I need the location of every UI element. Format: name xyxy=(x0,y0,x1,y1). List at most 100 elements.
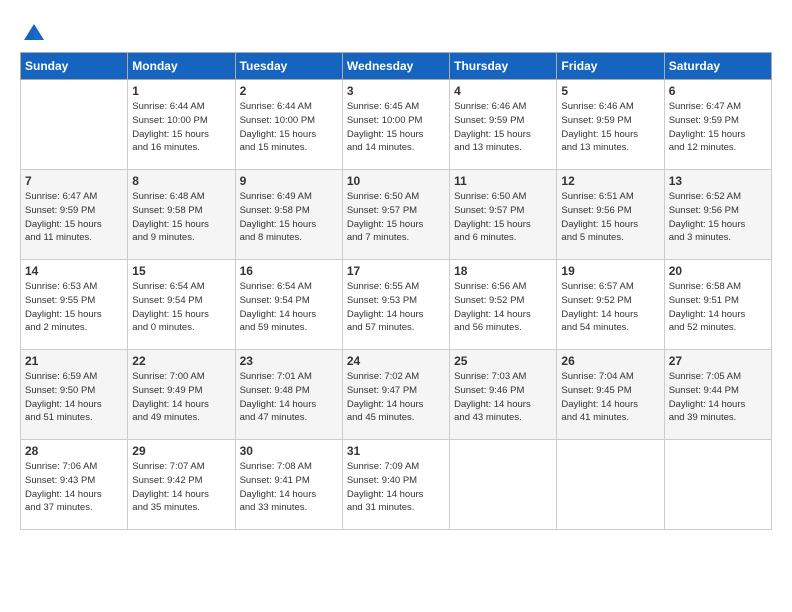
day-info: Sunrise: 6:44 AM Sunset: 10:00 PM Daylig… xyxy=(132,100,230,155)
day-cell: 13 Sunrise: 6:52 AM Sunset: 9:56 PM Dayli… xyxy=(664,170,771,260)
day-cell: 23 Sunrise: 7:01 AM Sunset: 9:48 PM Dayli… xyxy=(235,350,342,440)
day-info: Sunrise: 7:06 AM Sunset: 9:43 PM Dayligh… xyxy=(25,460,123,515)
day-info: Sunrise: 7:04 AM Sunset: 9:45 PM Dayligh… xyxy=(561,370,659,425)
day-number: 4 xyxy=(454,84,552,98)
day-number: 8 xyxy=(132,174,230,188)
day-info: Sunrise: 6:46 AM Sunset: 9:59 PM Dayligh… xyxy=(454,100,552,155)
day-info: Sunrise: 6:54 AM Sunset: 9:54 PM Dayligh… xyxy=(240,280,338,335)
day-cell: 17Sunrise: 6:55 AM Sunset: 9:53 PM Dayli… xyxy=(342,260,449,350)
day-cell: 7 Sunrise: 6:47 AM Sunset: 9:59 PM Daylig… xyxy=(21,170,128,260)
day-info: Sunrise: 6:45 AM Sunset: 10:00 PM Daylig… xyxy=(347,100,445,155)
day-cell: 3Sunrise: 6:45 AM Sunset: 10:00 PM Dayli… xyxy=(342,80,449,170)
day-cell: 10 Sunrise: 6:50 AM Sunset: 9:57 PM Dayli… xyxy=(342,170,449,260)
day-cell: 20 Sunrise: 6:58 AM Sunset: 9:51 PM Dayli… xyxy=(664,260,771,350)
day-number: 13 xyxy=(669,174,767,188)
day-cell: 26 Sunrise: 7:04 AM Sunset: 9:45 PM Dayli… xyxy=(557,350,664,440)
day-cell: 24 Sunrise: 7:02 AM Sunset: 9:47 PM Dayli… xyxy=(342,350,449,440)
day-info: Sunrise: 6:47 AM Sunset: 9:59 PM Dayligh… xyxy=(669,100,767,155)
day-cell: 28 Sunrise: 7:06 AM Sunset: 9:43 PM Dayli… xyxy=(21,440,128,530)
day-info: Sunrise: 7:02 AM Sunset: 9:47 PM Dayligh… xyxy=(347,370,445,425)
day-cell: 22 Sunrise: 7:00 AM Sunset: 9:49 PM Dayli… xyxy=(128,350,235,440)
day-info: Sunrise: 7:07 AM Sunset: 9:42 PM Dayligh… xyxy=(132,460,230,515)
day-info: Sunrise: 6:58 AM Sunset: 9:51 PM Dayligh… xyxy=(669,280,767,335)
week-row-3: 14 Sunrise: 6:53 AM Sunset: 9:55 PM Dayli… xyxy=(21,260,772,350)
day-cell: 2 Sunrise: 6:44 AM Sunset: 10:00 PM Dayli… xyxy=(235,80,342,170)
day-cell: 27Sunrise: 7:05 AM Sunset: 9:44 PM Dayli… xyxy=(664,350,771,440)
calendar-header: SundayMondayTuesdayWednesdayThursdayFrid… xyxy=(21,53,772,80)
day-number: 6 xyxy=(669,84,767,98)
header-cell-friday: Friday xyxy=(557,53,664,80)
day-number: 10 xyxy=(347,174,445,188)
header-cell-sunday: Sunday xyxy=(21,53,128,80)
day-info: Sunrise: 7:00 AM Sunset: 9:49 PM Dayligh… xyxy=(132,370,230,425)
day-info: Sunrise: 6:44 AM Sunset: 10:00 PM Daylig… xyxy=(240,100,338,155)
day-cell: 15Sunrise: 6:54 AM Sunset: 9:54 PM Dayli… xyxy=(128,260,235,350)
week-row-1: 1 Sunrise: 6:44 AM Sunset: 10:00 PM Dayli… xyxy=(21,80,772,170)
day-number: 18 xyxy=(454,264,552,278)
day-cell: 21Sunrise: 6:59 AM Sunset: 9:50 PM Dayli… xyxy=(21,350,128,440)
header-cell-wednesday: Wednesday xyxy=(342,53,449,80)
day-info: Sunrise: 6:47 AM Sunset: 9:59 PM Dayligh… xyxy=(25,190,123,245)
header-cell-thursday: Thursday xyxy=(450,53,557,80)
day-cell: 1 Sunrise: 6:44 AM Sunset: 10:00 PM Dayli… xyxy=(128,80,235,170)
day-info: Sunrise: 6:50 AM Sunset: 9:57 PM Dayligh… xyxy=(347,190,445,245)
day-cell: 14 Sunrise: 6:53 AM Sunset: 9:55 PM Dayli… xyxy=(21,260,128,350)
day-info: Sunrise: 6:56 AM Sunset: 9:52 PM Dayligh… xyxy=(454,280,552,335)
day-cell: 16 Sunrise: 6:54 AM Sunset: 9:54 PM Dayli… xyxy=(235,260,342,350)
day-number: 28 xyxy=(25,444,123,458)
day-number: 30 xyxy=(240,444,338,458)
day-info: Sunrise: 7:08 AM Sunset: 9:41 PM Dayligh… xyxy=(240,460,338,515)
day-number: 25 xyxy=(454,354,552,368)
day-cell xyxy=(664,440,771,530)
day-cell: 19 Sunrise: 6:57 AM Sunset: 9:52 PM Dayli… xyxy=(557,260,664,350)
week-row-5: 28 Sunrise: 7:06 AM Sunset: 9:43 PM Dayli… xyxy=(21,440,772,530)
day-number: 9 xyxy=(240,174,338,188)
logo xyxy=(20,20,52,48)
day-number: 20 xyxy=(669,264,767,278)
header-cell-tuesday: Tuesday xyxy=(235,53,342,80)
calendar-table: SundayMondayTuesdayWednesdayThursdayFrid… xyxy=(20,52,772,530)
calendar-body: 1 Sunrise: 6:44 AM Sunset: 10:00 PM Dayli… xyxy=(21,80,772,530)
day-number: 22 xyxy=(132,354,230,368)
day-info: Sunrise: 7:05 AM Sunset: 9:44 PM Dayligh… xyxy=(669,370,767,425)
day-info: Sunrise: 7:09 AM Sunset: 9:40 PM Dayligh… xyxy=(347,460,445,515)
header-row: SundayMondayTuesdayWednesdayThursdayFrid… xyxy=(21,53,772,80)
day-cell xyxy=(557,440,664,530)
day-info: Sunrise: 6:57 AM Sunset: 9:52 PM Dayligh… xyxy=(561,280,659,335)
day-cell: 25Sunrise: 7:03 AM Sunset: 9:46 PM Dayli… xyxy=(450,350,557,440)
day-number: 19 xyxy=(561,264,659,278)
day-info: Sunrise: 6:55 AM Sunset: 9:53 PM Dayligh… xyxy=(347,280,445,335)
day-number: 11 xyxy=(454,174,552,188)
header-cell-monday: Monday xyxy=(128,53,235,80)
day-cell: 18 Sunrise: 6:56 AM Sunset: 9:52 PM Dayli… xyxy=(450,260,557,350)
page-header xyxy=(20,20,772,48)
day-info: Sunrise: 6:51 AM Sunset: 9:56 PM Dayligh… xyxy=(561,190,659,245)
day-cell: 6 Sunrise: 6:47 AM Sunset: 9:59 PM Daylig… xyxy=(664,80,771,170)
day-info: Sunrise: 6:52 AM Sunset: 9:56 PM Dayligh… xyxy=(669,190,767,245)
day-cell: 9Sunrise: 6:49 AM Sunset: 9:58 PM Daylig… xyxy=(235,170,342,260)
day-number: 1 xyxy=(132,84,230,98)
day-cell: 5Sunrise: 6:46 AM Sunset: 9:59 PM Daylig… xyxy=(557,80,664,170)
day-info: Sunrise: 6:53 AM Sunset: 9:55 PM Dayligh… xyxy=(25,280,123,335)
week-row-4: 21Sunrise: 6:59 AM Sunset: 9:50 PM Dayli… xyxy=(21,350,772,440)
day-info: Sunrise: 6:46 AM Sunset: 9:59 PM Dayligh… xyxy=(561,100,659,155)
day-number: 26 xyxy=(561,354,659,368)
day-number: 16 xyxy=(240,264,338,278)
day-number: 15 xyxy=(132,264,230,278)
day-cell xyxy=(21,80,128,170)
day-number: 21 xyxy=(25,354,123,368)
day-cell: 31 Sunrise: 7:09 AM Sunset: 9:40 PM Dayli… xyxy=(342,440,449,530)
day-number: 2 xyxy=(240,84,338,98)
day-cell: 12Sunrise: 6:51 AM Sunset: 9:56 PM Dayli… xyxy=(557,170,664,260)
day-number: 14 xyxy=(25,264,123,278)
day-number: 24 xyxy=(347,354,445,368)
day-number: 31 xyxy=(347,444,445,458)
day-info: Sunrise: 7:01 AM Sunset: 9:48 PM Dayligh… xyxy=(240,370,338,425)
logo-icon xyxy=(20,20,48,48)
day-cell: 29Sunrise: 7:07 AM Sunset: 9:42 PM Dayli… xyxy=(128,440,235,530)
day-info: Sunrise: 6:50 AM Sunset: 9:57 PM Dayligh… xyxy=(454,190,552,245)
day-number: 7 xyxy=(25,174,123,188)
day-cell: 4 Sunrise: 6:46 AM Sunset: 9:59 PM Daylig… xyxy=(450,80,557,170)
day-number: 23 xyxy=(240,354,338,368)
day-cell: 8Sunrise: 6:48 AM Sunset: 9:58 PM Daylig… xyxy=(128,170,235,260)
